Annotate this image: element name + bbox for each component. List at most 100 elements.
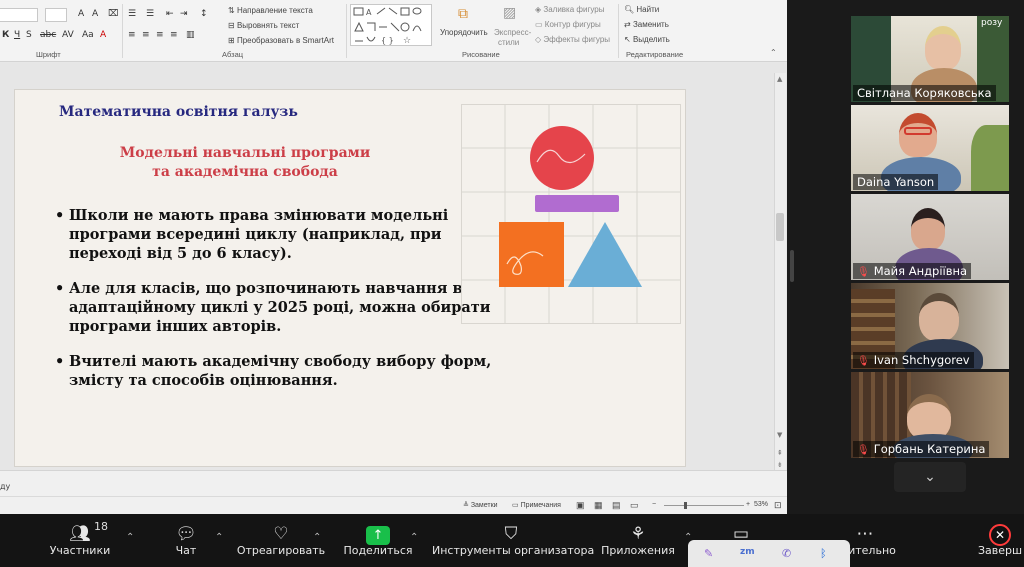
chat-caret-icon[interactable]: ⌃ xyxy=(215,532,223,543)
reading-view-icon[interactable]: ▤ xyxy=(612,500,621,511)
bullets-icon[interactable]: ☰ xyxy=(128,9,136,19)
shared-screen: A A ⌧ К Ч S abc AV Aa A Шрифт ☰ ☰ ⇤ ⇥ ↕ … xyxy=(0,0,787,514)
quick-styles-icon: ▨ xyxy=(503,5,517,21)
fit-slide-icon[interactable]: ⊡ xyxy=(774,500,782,511)
slide-editor: Математична освітня галузь Модельні навч… xyxy=(0,63,787,500)
clear-format-icon[interactable]: ⌧ xyxy=(108,9,118,19)
shape-effects-label: Эффекты фигуры xyxy=(543,35,611,44)
arrange-button[interactable]: Упорядочить xyxy=(440,28,488,37)
gallery-scroll-down-button[interactable]: ⌄ xyxy=(894,462,966,492)
font-size-field[interactable] xyxy=(45,8,67,22)
orange-square-shape xyxy=(499,222,564,287)
zoom-app-icon[interactable]: zm xyxy=(740,547,755,557)
group-label-font: Шрифт xyxy=(36,50,61,59)
line-spacing-icon[interactable]: ↕ xyxy=(200,9,208,19)
zoom-slider-thumb[interactable] xyxy=(684,502,687,509)
host-tools-button[interactable]: ⛉ Инструменты организатора xyxy=(432,514,594,567)
indent-icon[interactable]: ⇤ xyxy=(166,9,174,19)
shrink-font-icon[interactable]: A xyxy=(92,9,98,19)
columns-icon[interactable]: ▥ xyxy=(186,30,195,40)
participant-tile[interactable]: розу Світлана Коряковська xyxy=(851,16,1009,102)
participant-tile[interactable]: 🎙︎ Майя Андріївна xyxy=(851,194,1009,280)
bullet-list: Школи не мають права змінювати модельні … xyxy=(55,206,495,406)
underline-icon[interactable]: Ч xyxy=(14,30,20,40)
prev-slide-icon[interactable]: ⇞ xyxy=(777,449,783,457)
text-direction-button[interactable]: ⇅ Направление текста xyxy=(228,6,313,15)
shield-icon: ⛉ xyxy=(504,524,518,544)
convert-smartart-button[interactable]: ⊞ Преобразовать в SmartArt xyxy=(228,36,334,45)
select-label: Выделить xyxy=(632,35,670,44)
text-direction-label: Направление текста xyxy=(236,6,313,15)
vertical-scrollbar[interactable] xyxy=(774,73,786,493)
sorter-view-icon[interactable]: ▦ xyxy=(594,500,603,511)
react-caret-icon[interactable]: ⌃ xyxy=(313,532,321,543)
participant-name: 🎙︎ Майя Андріївна xyxy=(853,263,972,279)
notes-pane[interactable]: ду xyxy=(0,470,787,496)
next-slide-icon[interactable]: ⇟ xyxy=(777,461,783,469)
svg-text:A: A xyxy=(366,8,372,17)
participant-name-text: Горбань Катерина xyxy=(873,442,986,456)
select-button[interactable]: ↖ Выделить xyxy=(624,35,670,44)
slideshow-view-icon[interactable]: ▭ xyxy=(630,500,639,511)
group-label-editing: Редактирование xyxy=(626,50,684,59)
participants-button[interactable]: 👥︎ Участники 18 xyxy=(44,514,116,567)
comments-toggle[interactable]: ▭ Примечания xyxy=(512,501,561,509)
zoom-slider[interactable] xyxy=(664,505,744,506)
zoom-in-icon[interactable]: + xyxy=(746,501,750,508)
justify-icon[interactable]: ≡ xyxy=(170,30,178,40)
chat-button[interactable]: 💬︎ Чат xyxy=(158,514,214,567)
pen-icon[interactable]: ✎ xyxy=(704,547,713,560)
shapes-gallery[interactable]: A { } ☆ xyxy=(350,4,432,46)
spacing-icon[interactable]: AV xyxy=(62,30,74,40)
align-left-icon[interactable]: ≡ xyxy=(128,30,136,40)
italic-icon[interactable]: К xyxy=(2,30,9,40)
numbering-icon[interactable]: ☰ xyxy=(146,9,154,19)
share-caret-icon[interactable]: ⌃ xyxy=(410,532,418,543)
font-name-field[interactable] xyxy=(0,8,38,22)
slide-title: Математична освітня галузь xyxy=(59,104,298,120)
strikethrough-icon[interactable]: abc xyxy=(40,30,56,40)
scroll-up-icon[interactable]: ▲ xyxy=(777,75,782,83)
notes-toggle[interactable]: ≜ Заметки xyxy=(463,501,498,509)
share-splitter-handle[interactable] xyxy=(790,250,794,282)
participant-name: 🎙︎ Ivan Shchygorev xyxy=(853,352,974,368)
participant-tile[interactable]: 🎙︎ Ivan Shchygorev xyxy=(851,283,1009,369)
font-color-icon[interactable]: A xyxy=(100,30,106,40)
teams-icon[interactable]: ✆ xyxy=(782,547,791,560)
grow-font-icon[interactable]: A xyxy=(78,9,84,19)
outdent-icon[interactable]: ⇥ xyxy=(180,9,188,19)
zoom-out-icon[interactable]: − xyxy=(652,501,656,508)
convert-smartart-label: Преобразовать в SmartArt xyxy=(236,36,334,45)
arrange-icon: ⧉ xyxy=(458,6,468,22)
zoom-level[interactable]: 53% xyxy=(754,501,768,508)
normal-view-icon[interactable]: ▣ xyxy=(576,500,585,511)
share-screen-button[interactable]: ↑ Поделиться xyxy=(338,514,418,567)
shape-effects-button[interactable]: ◇ Эффекты фигуры xyxy=(535,35,610,44)
replace-button[interactable]: ⇄ Заменить xyxy=(624,20,669,29)
collapse-ribbon-icon[interactable]: ⌃ xyxy=(770,48,777,57)
quick-styles-button[interactable]: Экспресс- xyxy=(494,28,531,37)
align-text-button[interactable]: ⊟ Выровнять текст xyxy=(228,21,299,30)
shadow-icon[interactable]: S xyxy=(26,30,32,40)
geometric-illustration xyxy=(461,104,681,324)
group-label-paragraph: Абзац xyxy=(222,50,244,59)
case-icon[interactable]: Aa xyxy=(82,30,94,40)
shape-outline-button[interactable]: ▭ Контур фигуры xyxy=(535,20,601,29)
participants-caret-icon[interactable]: ⌃ xyxy=(126,532,134,543)
scrollbar-thumb[interactable] xyxy=(776,213,784,241)
shape-fill-button[interactable]: ◈ Заливка фигуры xyxy=(535,5,604,14)
notes-toggle-label: Заметки xyxy=(470,502,498,509)
align-right-icon[interactable]: ≡ xyxy=(156,30,164,40)
participant-tile[interactable]: 🎙︎ Горбань Катерина xyxy=(851,372,1009,458)
background-sign-text: розу xyxy=(981,18,1003,28)
share-arrow-icon: ↑ xyxy=(366,526,390,545)
find-button[interactable]: 🔍︎ Найти xyxy=(624,5,659,14)
slide-subtitle-line1: Модельні навчальні програми xyxy=(119,145,371,161)
align-center-icon[interactable]: ≡ xyxy=(142,30,150,40)
scroll-down-icon[interactable]: ▼ xyxy=(777,431,782,439)
status-bar: ≜ Заметки ▭ Примечания ▣ ▦ ▤ ▭ − + 53% ⊡ xyxy=(0,496,787,514)
bluetooth-icon[interactable]: ᛒ xyxy=(820,547,827,560)
end-meeting-button[interactable]: ✕ Заверш xyxy=(976,514,1024,567)
apps-button[interactable]: ⚘ Приложения xyxy=(600,514,676,567)
participant-tile[interactable]: Daina Yanson xyxy=(851,105,1009,191)
